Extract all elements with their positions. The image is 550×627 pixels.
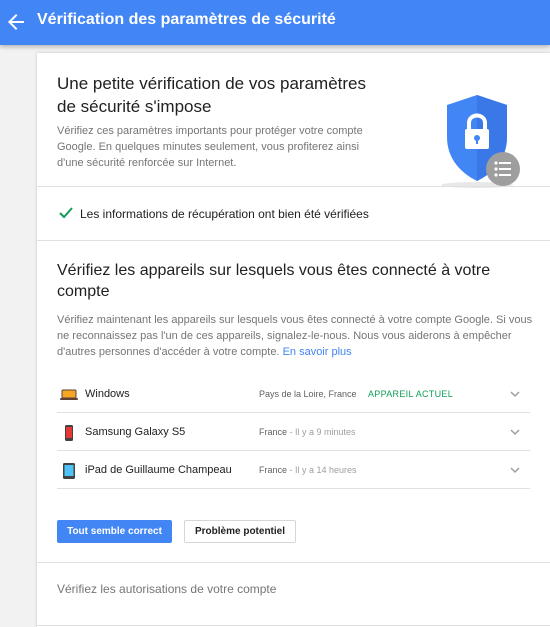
device-row-windows[interactable]: Windows Pays de la Loire, France APPAREI… (57, 375, 530, 413)
device-location: France - Il y a 14 heures (259, 465, 357, 475)
recovery-status-text: Les informations de récupération ont bie… (80, 207, 369, 221)
security-checkup-card: Une petite vérification de vos paramètre… (37, 53, 550, 627)
devices-section-title: Vérifiez les appareils sur lesquels vous… (57, 262, 491, 300)
device-name: Samsung Galaxy S5 (85, 426, 186, 438)
phone-icon (65, 425, 73, 441)
check-icon (59, 207, 73, 219)
device-location: Pays de la Loire, France (259, 389, 357, 399)
app-header: Vérification des paramètres de sécurité (0, 0, 550, 45)
learn-more-link[interactable]: En savoir plus (283, 346, 352, 358)
intro-title: Une petite vérification de vos paramètre… (57, 74, 366, 116)
divider (37, 186, 550, 187)
page-title: Vérification des paramètres de sécurité (37, 11, 336, 28)
shield-lock-icon (441, 95, 520, 188)
divider (37, 625, 550, 626)
device-location: France - Il y a 9 minutes (259, 427, 356, 437)
device-row-galaxy[interactable]: Samsung Galaxy S5 France - Il y a 9 minu… (57, 413, 530, 451)
laptop-icon (60, 389, 78, 400)
arrow-back-icon[interactable] (4, 10, 28, 34)
potential-problem-button[interactable]: Problème potentiel (184, 520, 296, 543)
divider (37, 240, 550, 241)
chevron-down-icon[interactable] (509, 464, 521, 476)
tablet-icon (63, 463, 75, 479)
intro-description: Vérifiez ces paramètres importants pour … (57, 125, 363, 169)
current-device-badge: APPAREIL ACTUEL (368, 389, 454, 399)
device-name: iPad de Guillaume Champeau (85, 464, 232, 476)
divider (37, 562, 550, 563)
looks-good-button[interactable]: Tout semble correct (57, 520, 172, 543)
device-row-ipad[interactable]: iPad de Guillaume Champeau France - Il y… (57, 451, 530, 489)
permissions-section-title[interactable]: Vérifiez les autorisations de votre comp… (57, 582, 276, 596)
device-name: Windows (85, 388, 130, 400)
chevron-down-icon[interactable] (509, 388, 521, 400)
devices-description: Vérifiez maintenant les appareils sur le… (57, 312, 535, 360)
chevron-down-icon[interactable] (509, 426, 521, 438)
